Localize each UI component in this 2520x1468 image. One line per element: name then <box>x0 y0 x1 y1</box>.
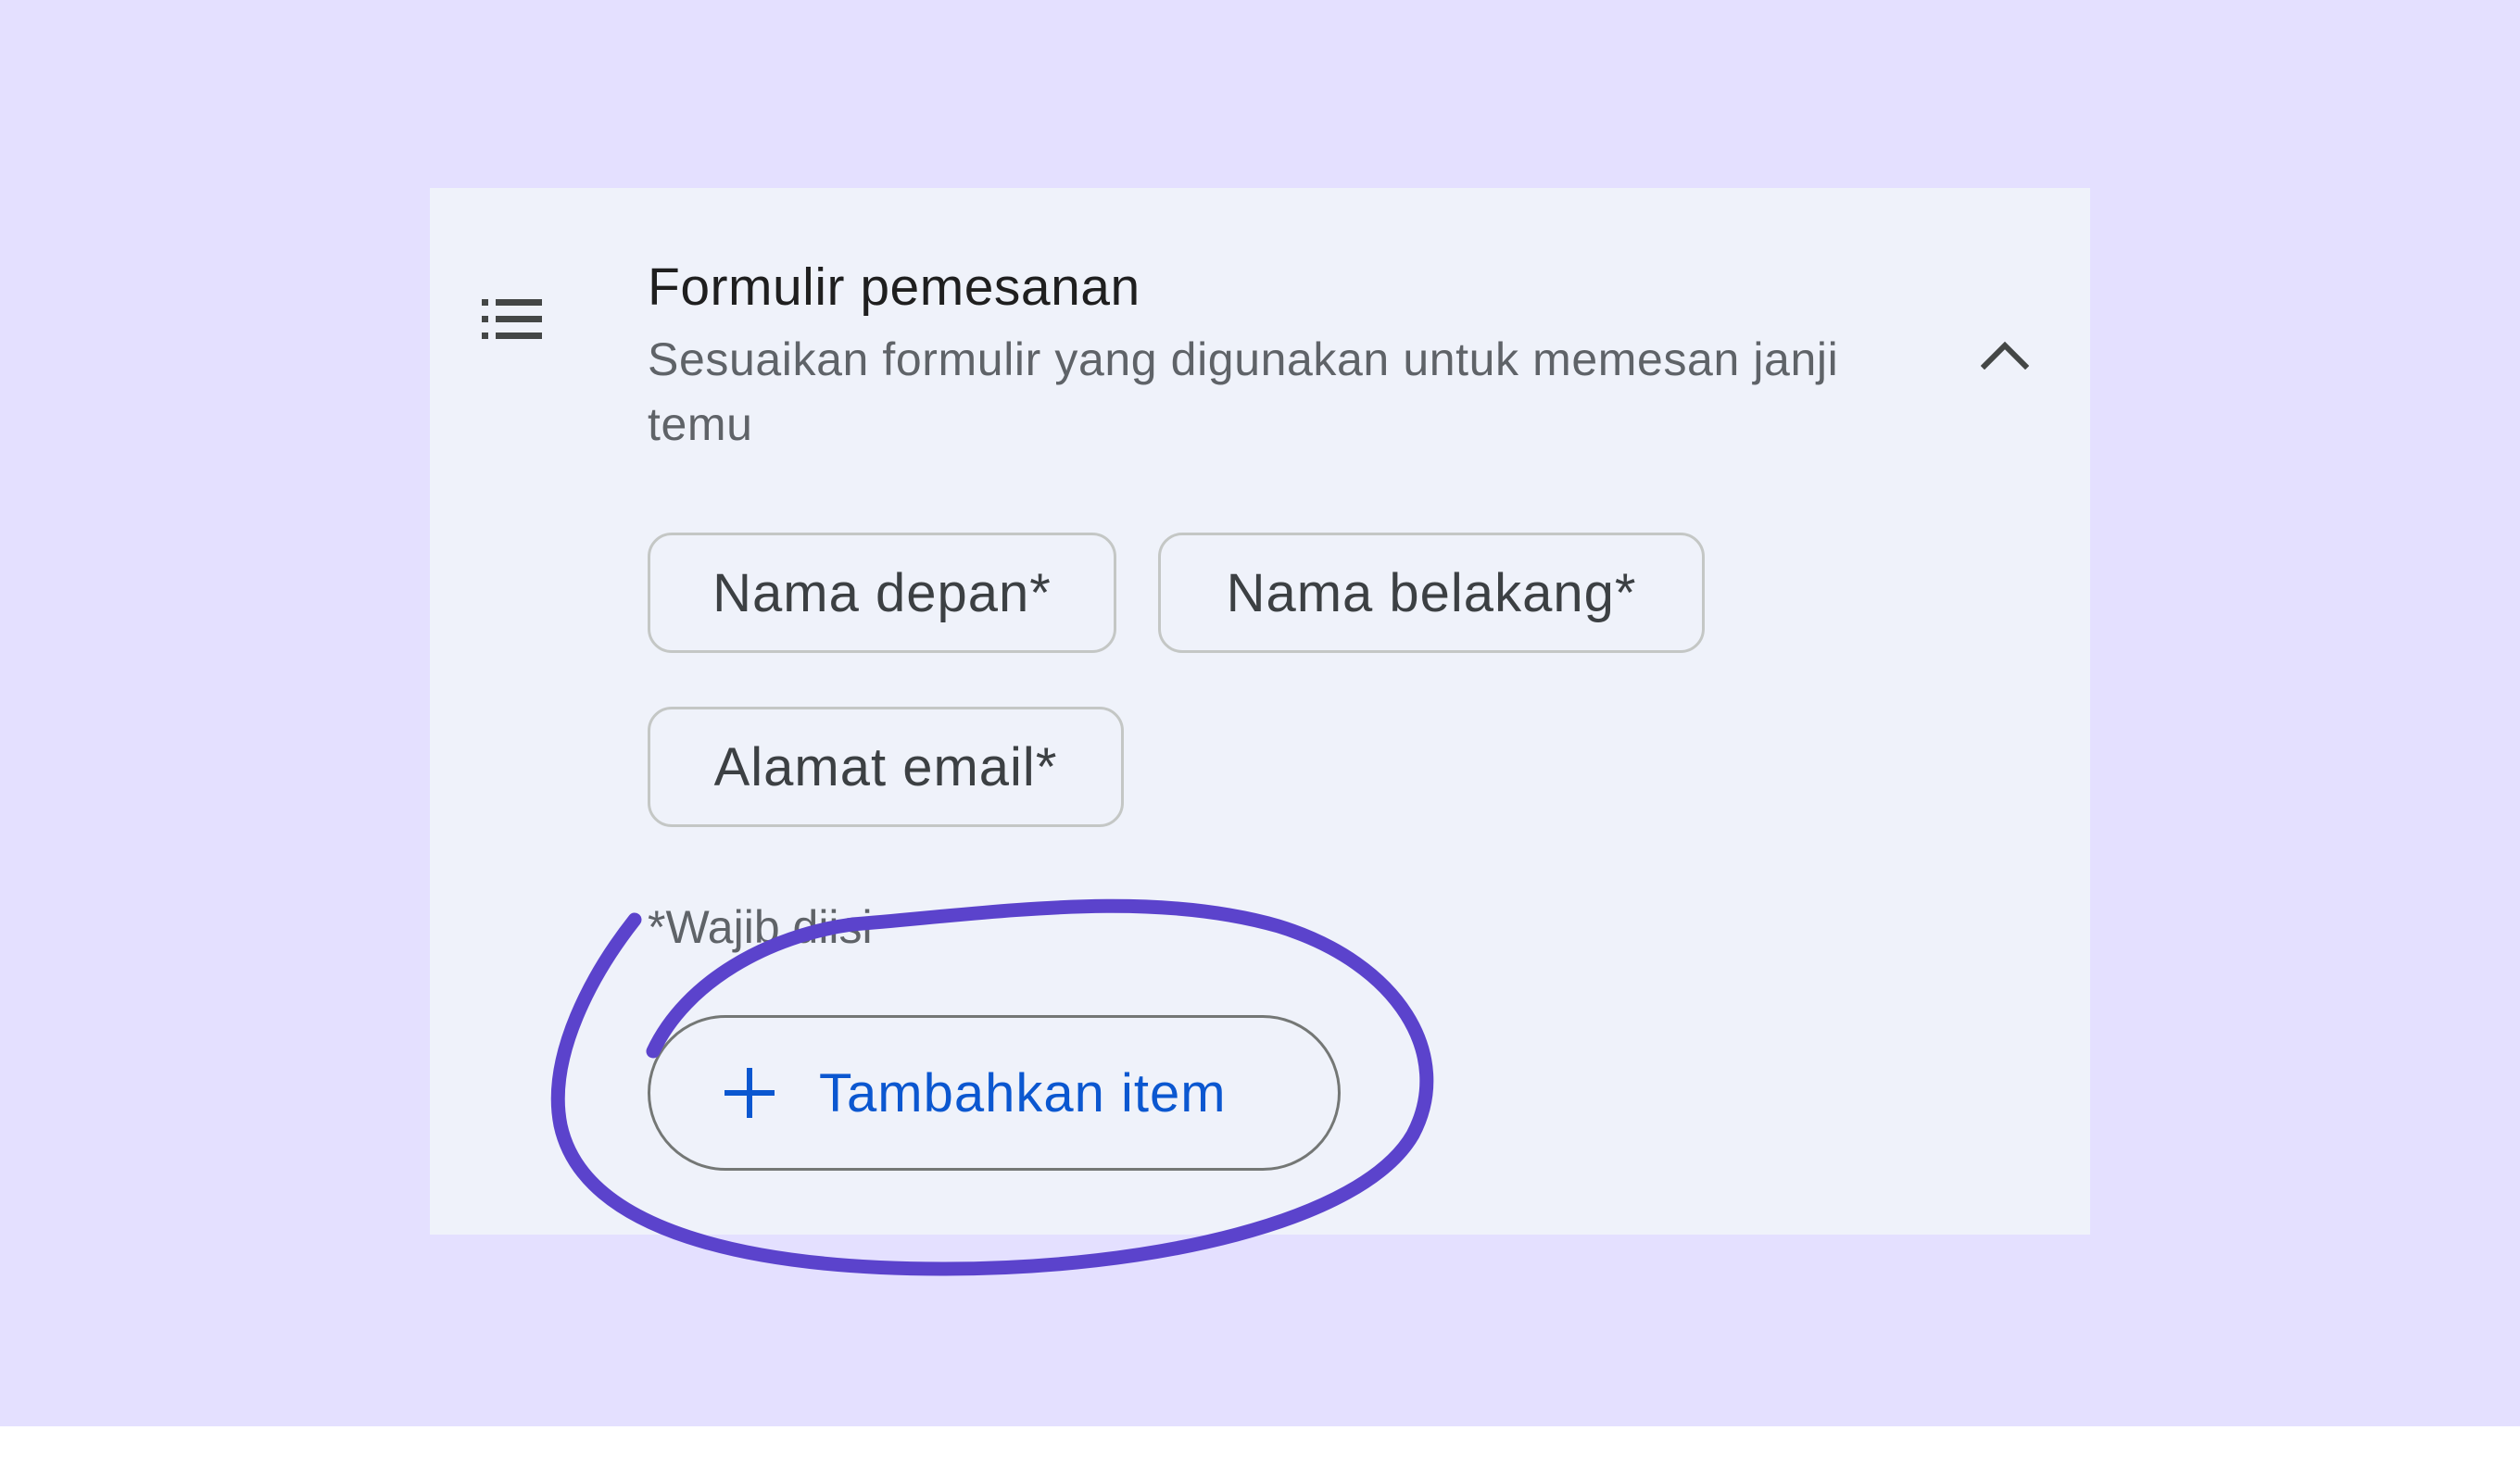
field-chip-email[interactable]: Alamat email* <box>648 707 1124 827</box>
chevron-up-icon <box>1981 341 2029 370</box>
section-subtitle: Sesuaikan formulir yang digunakan untuk … <box>648 333 1839 450</box>
list-icon <box>482 299 547 340</box>
section-title: Formulir pemesanan <box>648 257 1140 317</box>
required-note: *Wajib diisi <box>648 901 873 953</box>
field-chip-last-name[interactable]: Nama belakang* <box>1158 533 1705 653</box>
plus-icon <box>723 1066 776 1120</box>
collapse-section-button[interactable] <box>1968 318 2042 392</box>
add-item-label: Tambahkan item <box>819 1062 1227 1123</box>
booking-form-section: Formulir pemesanan Sesuaikan formulir ya… <box>430 188 2090 1235</box>
field-chip-first-name[interactable]: Nama depan* <box>648 533 1116 653</box>
add-item-button[interactable]: Tambahkan item <box>648 1015 1341 1171</box>
